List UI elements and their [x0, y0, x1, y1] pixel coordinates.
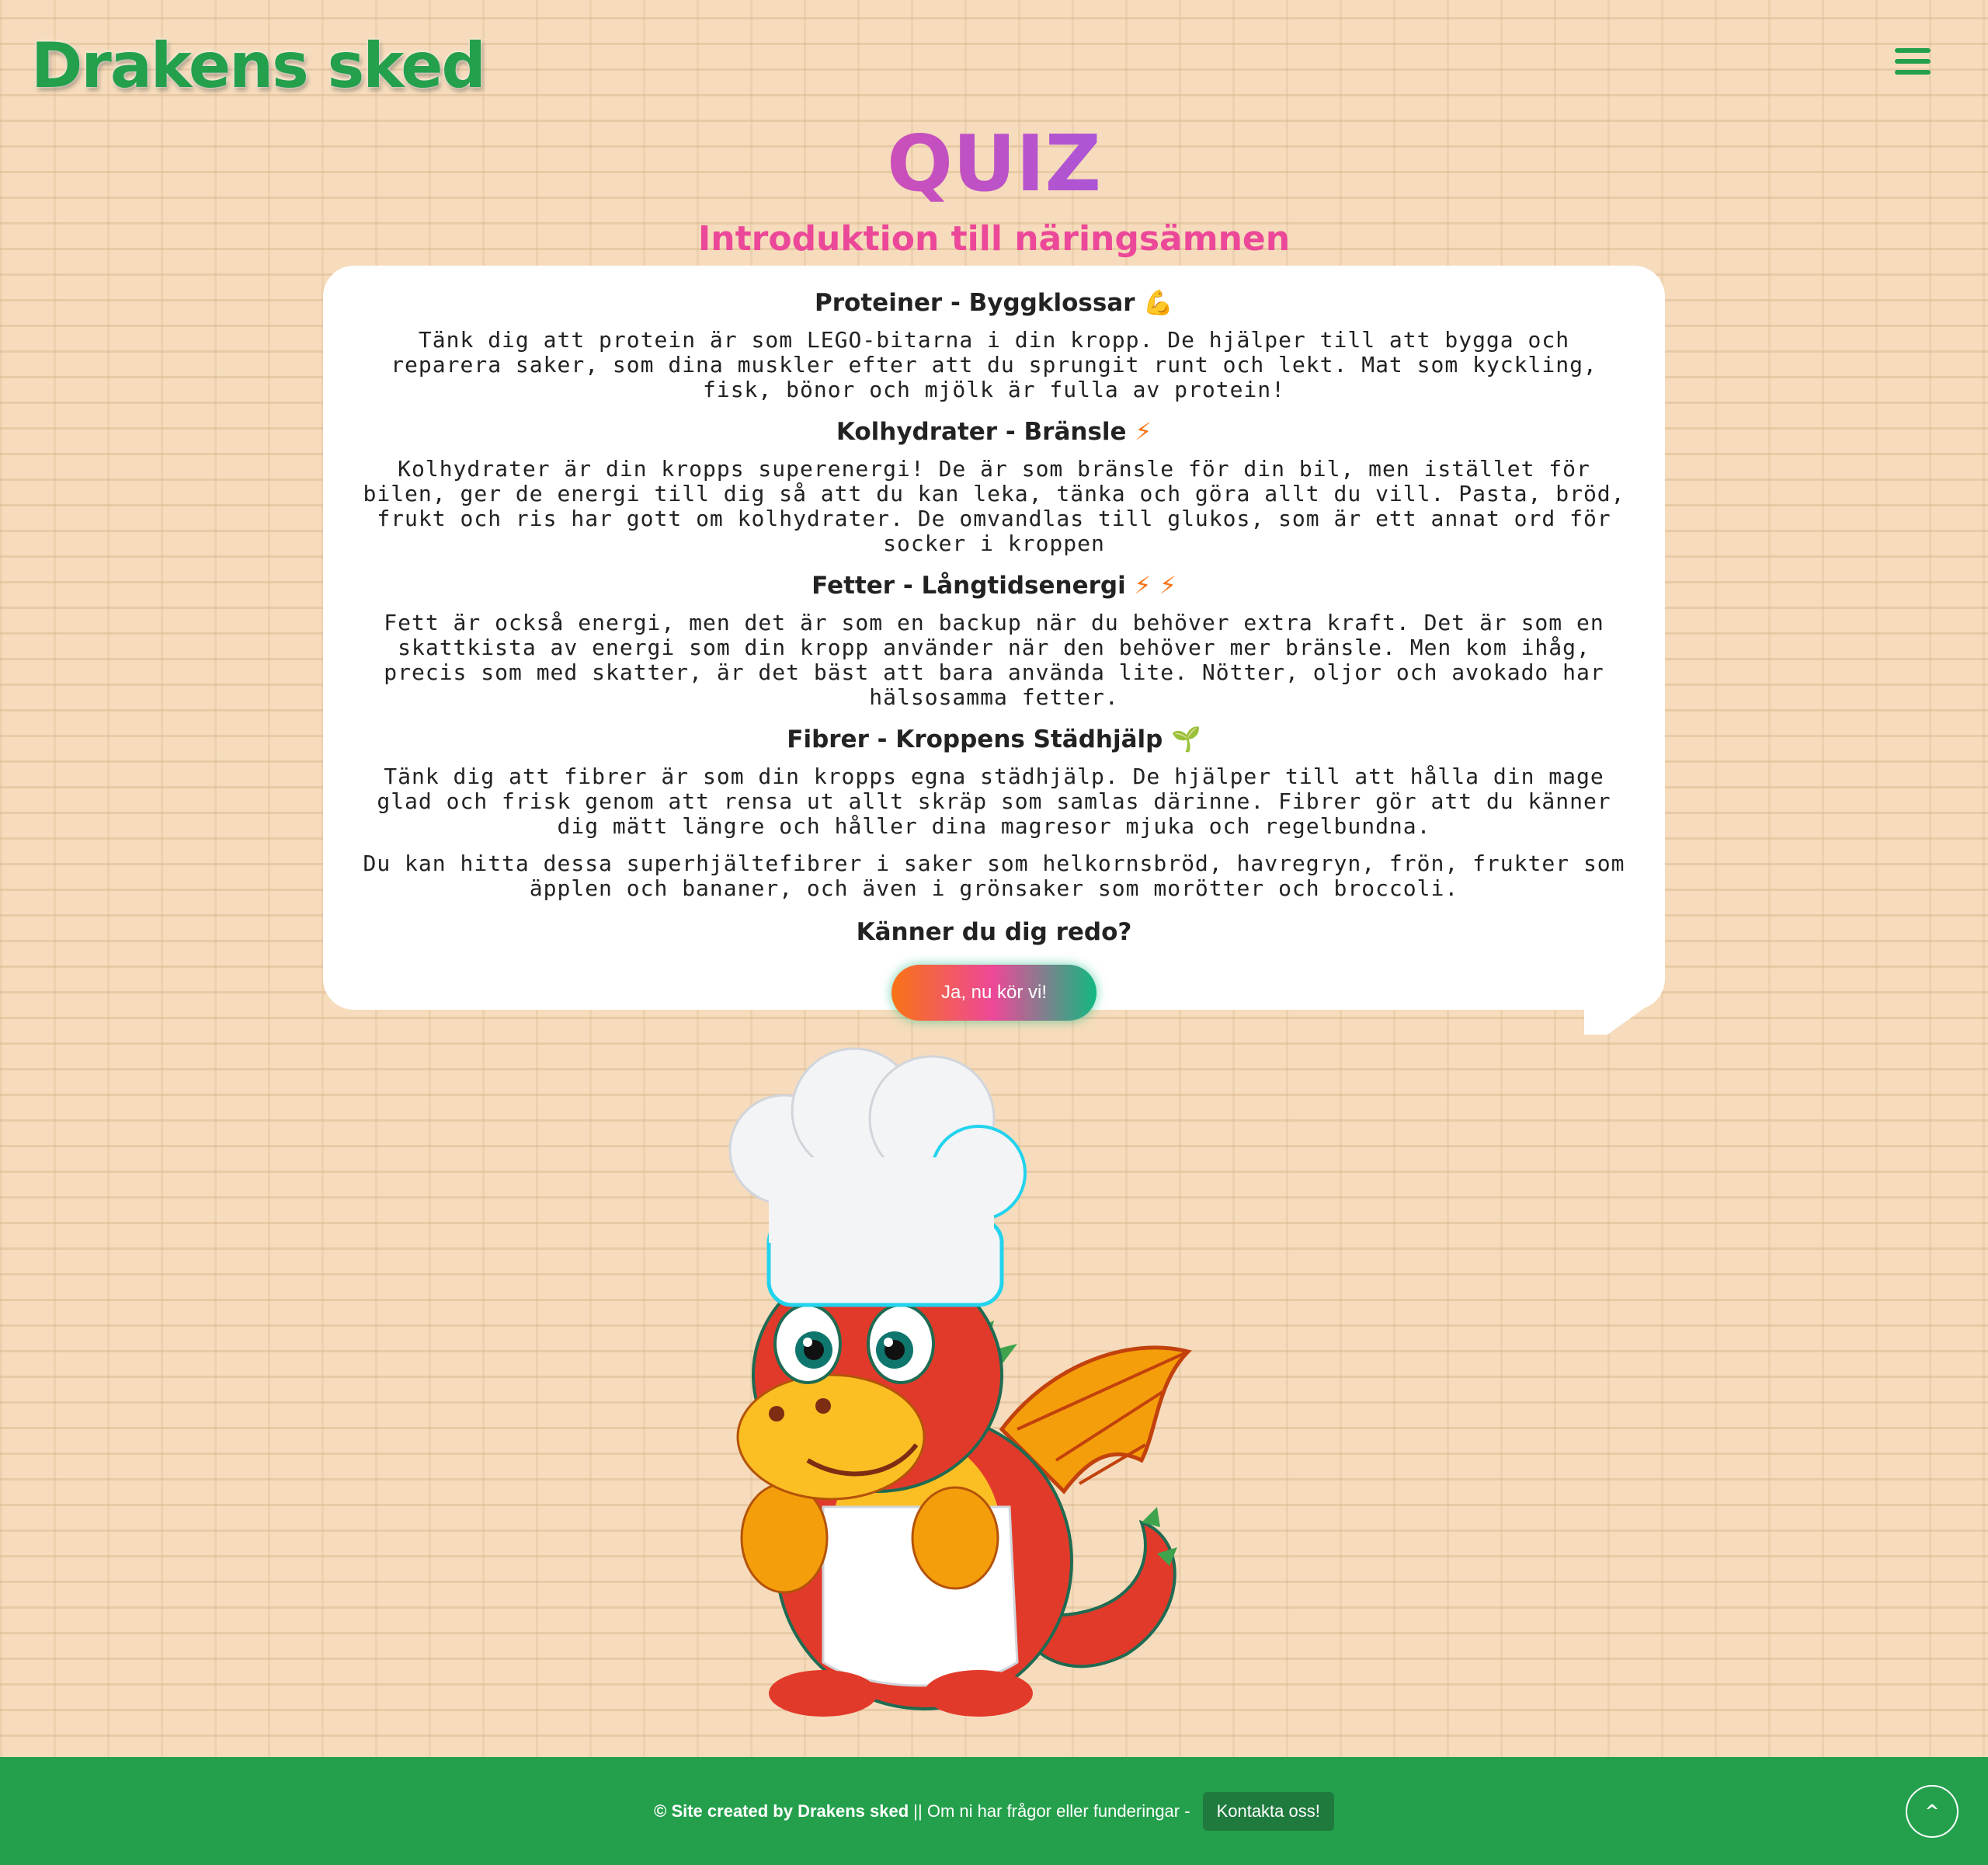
section-text-proteins: Tänk dig att protein är som LEGO-bitarna…: [391, 327, 1597, 402]
section-text-fats: Fett är också energi, men det är som en …: [384, 610, 1604, 710]
section-heading-fats: Fetter - Långtidsenergi ⚡ ⚡: [812, 572, 1176, 600]
lightning-icon: ⚡ ⚡: [1134, 572, 1176, 600]
ready-question: Känner du dig redo?: [856, 918, 1132, 946]
site-logo[interactable]: Drakens sked: [31, 30, 486, 102]
hamburger-icon[interactable]: [1895, 48, 1931, 75]
section-text-carbs: Kolhydrater är din kropps superenergi! D…: [363, 456, 1625, 556]
start-quiz-button[interactable]: Ja, nu kör vi!: [891, 965, 1097, 1021]
flexed-biceps-icon: 💪: [1143, 289, 1173, 317]
speech-bubble-card: Proteiner - Byggklossar 💪 Tänk dig att p…: [323, 266, 1665, 1021]
section-text-fibers: Tänk dig att fibrer är som din kropps eg…: [377, 764, 1611, 839]
section-heading-fibers: Fibrer - Kroppens Städhjälp 🌱: [787, 725, 1201, 753]
footer-question: Om ni har frågor eller funderingar -: [926, 1801, 1190, 1821]
page-title: QUIZ: [0, 118, 1988, 209]
footer-separator: ||: [913, 1801, 923, 1821]
footer-credit: © Site created by Drakens sked: [654, 1801, 909, 1821]
speech-bubble-tail: [1584, 1007, 1646, 1035]
lightning-icon: ⚡: [1135, 418, 1152, 446]
section-text-fibers-sources: Du kan hitta dessa superhjältefibrer i s…: [363, 851, 1625, 901]
contact-button[interactable]: Kontakta oss!: [1202, 1791, 1334, 1831]
section-heading-carbs: Kolhydrater - Bränsle ⚡: [836, 418, 1152, 446]
chef-dragon-illustration: [728, 1047, 1192, 1717]
section-heading-proteins: Proteiner - Byggklossar 💪: [815, 289, 1173, 317]
scroll-to-top-button[interactable]: ^: [1906, 1785, 1958, 1838]
page-subtitle: Introduktion till näringsämnen: [697, 219, 1291, 259]
seedling-icon: 🌱: [1171, 725, 1201, 753]
site-footer: © Site created by Drakens sked || Om ni …: [0, 1757, 1988, 1865]
